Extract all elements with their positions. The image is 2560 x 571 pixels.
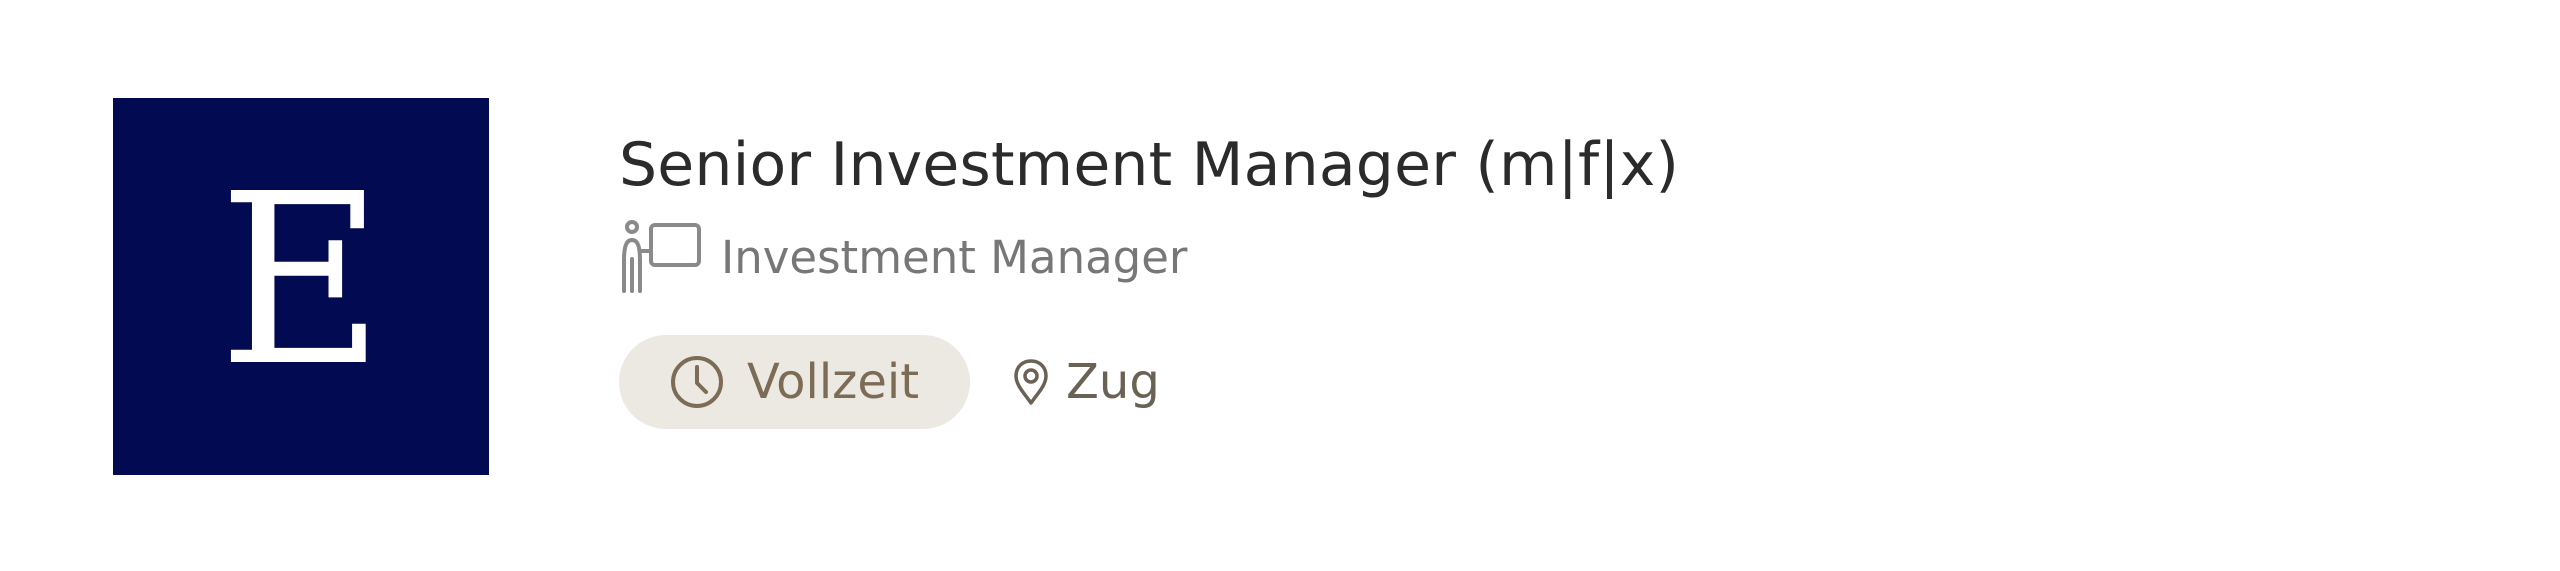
company-logo: E [113, 98, 489, 475]
job-title[interactable]: Senior Investment Manager (m|f|x) [619, 120, 2419, 210]
job-category: Investment Manager [619, 219, 2419, 295]
job-meta: Vollzeit Zug [619, 335, 2419, 429]
employment-type-badge: Vollzeit [619, 335, 971, 429]
job-location: Zug [1012, 354, 1160, 410]
employment-type-label: Vollzeit [747, 354, 920, 410]
job-category-label: Investment Manager [721, 230, 1188, 284]
job-details: Senior Investment Manager (m|f|x) Invest… [619, 120, 2419, 429]
company-logo-letter: E [218, 142, 384, 418]
presenter-board-icon [622, 220, 701, 293]
location-pin-icon [1014, 359, 1048, 405]
job-card[interactable]: E Senior Investment Manager (m|f|x) Inve… [0, 0, 2560, 571]
job-location-label: Zug [1066, 354, 1160, 410]
clock-icon [671, 356, 723, 408]
